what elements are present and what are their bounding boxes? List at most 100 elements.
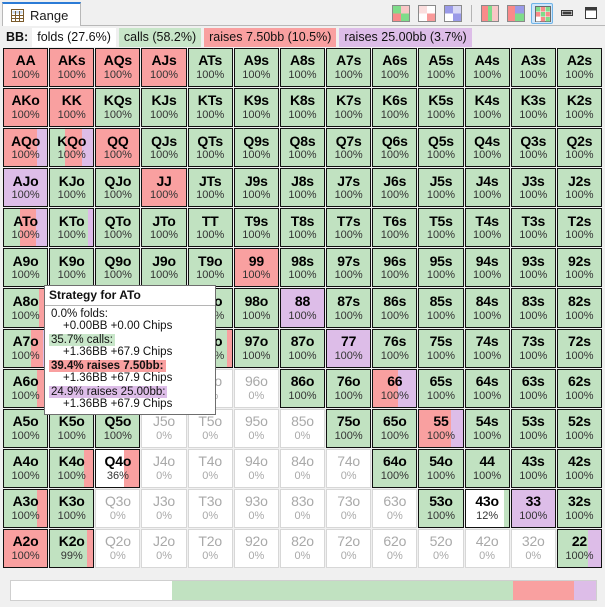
range-cell-87o[interactable]: 87o 100% — [279, 328, 326, 368]
range-cell-KJs[interactable]: KJs 100% — [141, 88, 187, 128]
range-cell-Q9o[interactable]: Q9o 100% — [95, 248, 141, 288]
range-cell-J3o[interactable]: J3o 0% — [141, 488, 187, 528]
range-cell-J2o[interactable]: J2o 0% — [141, 528, 187, 568]
range-cell-T3s[interactable]: T3s 100% — [510, 208, 556, 248]
range-cell-A8s[interactable]: A8s 100% — [279, 48, 326, 88]
range-cell-54o[interactable]: 54o 100% — [418, 448, 464, 488]
range-cell-74s[interactable]: 74s 100% — [464, 328, 510, 368]
range-cell-Q3s[interactable]: Q3s 100% — [510, 128, 556, 168]
range-cell-82o[interactable]: 82o 0% — [279, 528, 326, 568]
range-cell-K9s[interactable]: K9s 100% — [233, 88, 279, 128]
range-cell-A6s[interactable]: A6s 100% — [372, 48, 418, 88]
range-cell-97s[interactable]: 97s 100% — [326, 248, 372, 288]
range-cell-KJo[interactable]: KJo 100% — [49, 168, 95, 208]
range-cell-K4s[interactable]: K4s 100% — [464, 88, 510, 128]
range-cell-Q5s[interactable]: Q5s 100% — [418, 128, 464, 168]
legend-item-folds[interactable]: folds (27.6%) — [32, 27, 116, 47]
range-cell-85o[interactable]: 85o 0% — [279, 408, 326, 448]
range-cell-53s[interactable]: 53s 100% — [510, 408, 556, 448]
range-cell-73s[interactable]: 73s 100% — [510, 328, 556, 368]
range-cell-QTs[interactable]: QTs 100% — [187, 128, 233, 168]
range-cell-T5s[interactable]: T5s 100% — [418, 208, 464, 248]
range-cell-QQ[interactable]: QQ 100% — [95, 128, 141, 168]
range-cell-A2s[interactable]: A2s 100% — [556, 48, 602, 88]
range-cell-98s[interactable]: 98s 100% — [279, 248, 326, 288]
range-cell-KK[interactable]: KK 100% — [49, 88, 95, 128]
range-cell-Q2o[interactable]: Q2o 0% — [95, 528, 141, 568]
legend-item-raise-large[interactable]: raises 25.00bb (3.7%) — [339, 27, 472, 47]
range-cell-53o[interactable]: 53o 100% — [418, 488, 464, 528]
range-cell-QJo[interactable]: QJo 100% — [95, 168, 141, 208]
range-cell-J6s[interactable]: J6s 100% — [372, 168, 418, 208]
range-cell-92o[interactable]: 92o 0% — [233, 528, 279, 568]
range-cell-96o[interactable]: 96o 0% — [233, 368, 279, 408]
range-cell-Q4o[interactable]: Q4o 36% — [95, 448, 141, 488]
range-cell-J4s[interactable]: J4s 100% — [464, 168, 510, 208]
range-cell-TT[interactable]: TT 100% — [187, 208, 233, 248]
range-cell-Q8s[interactable]: Q8s 100% — [279, 128, 326, 168]
range-cell-93o[interactable]: 93o 0% — [233, 488, 279, 528]
range-cell-T9s[interactable]: T9s 100% — [233, 208, 279, 248]
range-cell-54s[interactable]: 54s 100% — [464, 408, 510, 448]
range-cell-22[interactable]: 22 100% — [556, 528, 602, 568]
range-cell-A7o[interactable]: A7o 100% — [3, 328, 49, 368]
legend-item-calls[interactable]: calls (58.2%) — [118, 27, 202, 47]
range-cell-T3o[interactable]: T3o 0% — [187, 488, 233, 528]
range-cell-JTo[interactable]: JTo 100% — [141, 208, 187, 248]
range-cell-KTs[interactable]: KTs 100% — [187, 88, 233, 128]
range-cell-K7s[interactable]: K7s 100% — [326, 88, 372, 128]
range-cell-KQo[interactable]: KQo 100% — [49, 128, 95, 168]
range-cell-33[interactable]: 33 100% — [510, 488, 556, 528]
range-cell-J3s[interactable]: J3s 100% — [510, 168, 556, 208]
range-cell-64o[interactable]: 64o 100% — [372, 448, 418, 488]
range-cell-AJo[interactable]: AJo 100% — [3, 168, 49, 208]
range-cell-JTs[interactable]: JTs 100% — [187, 168, 233, 208]
range-cell-77[interactable]: 77 100% — [326, 328, 372, 368]
range-cell-44[interactable]: 44 100% — [464, 448, 510, 488]
range-cell-66[interactable]: 66 100% — [372, 368, 418, 408]
range-cell-J4o[interactable]: J4o 0% — [141, 448, 187, 488]
range-cell-62s[interactable]: 62s 100% — [556, 368, 602, 408]
range-cell-A4o[interactable]: A4o 100% — [3, 448, 49, 488]
range-cell-Q6s[interactable]: Q6s 100% — [372, 128, 418, 168]
range-cell-72s[interactable]: 72s 100% — [556, 328, 602, 368]
range-cell-JJ[interactable]: JJ 100% — [141, 168, 187, 208]
range-cell-J5s[interactable]: J5s 100% — [418, 168, 464, 208]
range-cell-AJs[interactable]: AJs 100% — [141, 48, 187, 88]
color-scheme-2-button[interactable] — [416, 3, 438, 24]
range-cell-Q9s[interactable]: Q9s 100% — [233, 128, 279, 168]
range-cell-76o[interactable]: 76o 100% — [326, 368, 372, 408]
range-cell-76s[interactable]: 76s 100% — [372, 328, 418, 368]
range-cell-55[interactable]: 55 100% — [418, 408, 464, 448]
range-cell-97o[interactable]: 97o 100% — [233, 328, 279, 368]
range-cell-75s[interactable]: 75s 100% — [418, 328, 464, 368]
range-cell-72o[interactable]: 72o 0% — [326, 528, 372, 568]
range-cell-32o[interactable]: 32o 0% — [510, 528, 556, 568]
range-cell-Q3o[interactable]: Q3o 0% — [95, 488, 141, 528]
range-cell-73o[interactable]: 73o 0% — [326, 488, 372, 528]
view-grid-button[interactable] — [531, 2, 553, 24]
range-cell-J9s[interactable]: J9s 100% — [233, 168, 279, 208]
range-cell-83s[interactable]: 83s 100% — [510, 288, 556, 328]
range-cell-65s[interactable]: 65s 100% — [418, 368, 464, 408]
range-cell-88[interactable]: 88 100% — [279, 288, 326, 328]
range-cell-QJs[interactable]: QJs 100% — [141, 128, 187, 168]
range-cell-86s[interactable]: 86s 100% — [372, 288, 418, 328]
range-cell-42o[interactable]: 42o 0% — [464, 528, 510, 568]
range-cell-96s[interactable]: 96s 100% — [372, 248, 418, 288]
range-cell-T4o[interactable]: T4o 0% — [187, 448, 233, 488]
range-cell-T8s[interactable]: T8s 100% — [279, 208, 326, 248]
range-cell-A5o[interactable]: A5o 100% — [3, 408, 49, 448]
range-cell-94s[interactable]: 94s 100% — [464, 248, 510, 288]
color-scheme-3-button[interactable] — [442, 3, 464, 24]
range-cell-92s[interactable]: 92s 100% — [556, 248, 602, 288]
range-cell-J7s[interactable]: J7s 100% — [326, 168, 372, 208]
range-cell-82s[interactable]: 82s 100% — [556, 288, 602, 328]
range-cell-43s[interactable]: 43s 100% — [510, 448, 556, 488]
range-cell-43o[interactable]: 43o 12% — [464, 488, 510, 528]
range-cell-A2o[interactable]: A2o 100% — [3, 528, 49, 568]
range-cell-63o[interactable]: 63o 0% — [372, 488, 418, 528]
range-cell-95o[interactable]: 95o 0% — [233, 408, 279, 448]
range-cell-63s[interactable]: 63s 100% — [510, 368, 556, 408]
range-cell-A3s[interactable]: A3s 100% — [510, 48, 556, 88]
